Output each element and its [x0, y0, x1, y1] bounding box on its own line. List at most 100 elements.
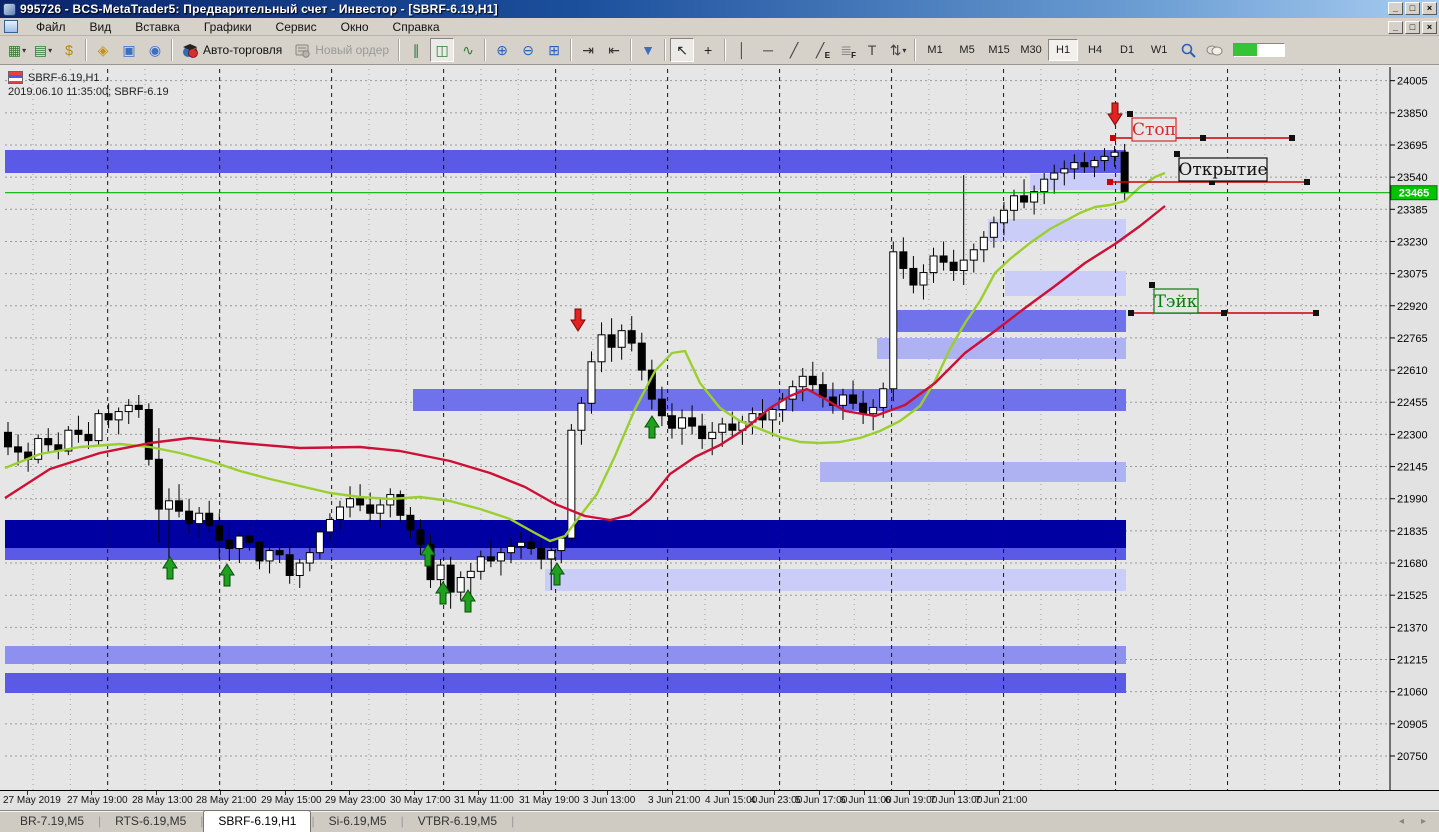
trendline-button[interactable]: ╱: [782, 38, 806, 62]
cursor-button[interactable]: ↖: [670, 38, 695, 62]
arrows-tool-button[interactable]: ⇅ ▾: [886, 38, 910, 62]
candle-body: [366, 504, 375, 514]
new-chart-button[interactable]: ▦ ▾: [5, 38, 29, 62]
take-level-box-anchor[interactable]: [1149, 282, 1155, 288]
supply-demand-zone: [1005, 271, 1126, 296]
restore-button-child[interactable]: □: [1405, 21, 1420, 34]
chart-line-button[interactable]: ∿: [456, 38, 480, 62]
toolbar-chat-button[interactable]: [1202, 38, 1226, 62]
price-tick-label: 21215: [1397, 655, 1428, 667]
candle-body: [215, 525, 224, 541]
take-level-handle[interactable]: [1128, 310, 1134, 316]
menu-справка[interactable]: Справка: [381, 18, 452, 36]
market-watch-button[interactable]: $: [57, 38, 81, 62]
timeframe-d1-button[interactable]: D1: [1112, 39, 1142, 61]
timeframe-m5-button[interactable]: M5: [952, 39, 982, 61]
toolbar-search-button[interactable]: [1176, 38, 1200, 62]
tile-windows-button[interactable]: ⊞: [542, 38, 566, 62]
minimize-button-child[interactable]: _: [1388, 21, 1403, 34]
chart-plot-area[interactable]: СтопОткрытие Тэйк 24005 23850 23695 23540 2338…: [0, 67, 1439, 791]
stop-level-handle[interactable]: [1289, 135, 1295, 141]
timeframe-m15-button[interactable]: M15: [984, 39, 1014, 61]
vertical-line-icon: │: [737, 42, 747, 58]
take-level-handle[interactable]: [1221, 310, 1227, 316]
time-axis[interactable]: 27 May 2019 27 May 19:00 28 May 13:00 28 Ma…: [0, 790, 1439, 810]
auto-trading-button[interactable]: Авто-торговля: [176, 38, 288, 62]
close-button[interactable]: ×: [1422, 2, 1437, 15]
chart-candles-button[interactable]: ◫: [430, 38, 455, 62]
candle-body: [4, 431, 12, 448]
zoom-out-button[interactable]: ⊖: [516, 38, 540, 62]
equidistant-channel-button[interactable]: ╱ E: [808, 38, 832, 62]
open-level-box-anchor[interactable]: [1174, 151, 1180, 157]
history-center-button[interactable]: ◈: [91, 38, 115, 62]
tab-scroll-left-button[interactable]: ◂: [1399, 816, 1404, 827]
timeframe-m30-button[interactable]: M30: [1016, 39, 1046, 61]
fibonacci-button[interactable]: ≣ F: [834, 38, 858, 62]
chart-shift-button[interactable]: ⇤: [602, 38, 626, 62]
horizontal-line-button[interactable]: ─: [756, 38, 780, 62]
market-watch-icon: $: [65, 42, 73, 58]
chart-tab-vtbr-6-19-m5[interactable]: VTBR-6.19,M5: [404, 811, 511, 832]
stop-level-box-anchor[interactable]: [1127, 111, 1133, 117]
timeframe-h1-button[interactable]: H1: [1048, 39, 1079, 61]
auto-scroll-button[interactable]: ⇥: [576, 38, 600, 62]
child-window-icon[interactable]: [4, 20, 18, 33]
price-tick-label: 22765: [1397, 333, 1428, 345]
stop-level-handle[interactable]: [1200, 135, 1206, 141]
restore-button[interactable]: □: [1405, 2, 1420, 15]
timeframe-m1-button[interactable]: M1: [920, 39, 950, 61]
chat-icon: [1206, 45, 1223, 56]
zoom-in-button[interactable]: ⊕: [490, 38, 514, 62]
supply-demand-zone: [820, 462, 1126, 482]
menu-вид[interactable]: Вид: [78, 18, 124, 36]
take-level-handle[interactable]: [1313, 310, 1319, 316]
timeframe-w1-button[interactable]: W1: [1144, 39, 1174, 61]
candle-body: [869, 406, 878, 415]
price-tick-label: 23230: [1397, 236, 1428, 248]
data-window-button[interactable]: ▣: [117, 38, 141, 62]
candle-body: [768, 409, 777, 421]
menu-сервис[interactable]: Сервис: [264, 18, 329, 36]
supply-demand-zone: [988, 219, 1126, 241]
candle-body: [335, 506, 344, 520]
tab-scroll-right-button[interactable]: ▸: [1421, 816, 1426, 827]
vertical-line-button[interactable]: │: [730, 38, 754, 62]
take-level-label: Тэйк: [1155, 292, 1198, 312]
crosshair-button[interactable]: +: [696, 38, 720, 62]
open-level-handle[interactable]: [1304, 179, 1310, 185]
menu-окно[interactable]: Окно: [329, 18, 381, 36]
chart-tab-si-6-19-m5[interactable]: Si-6.19,M5: [315, 811, 401, 832]
timeframe-h4-button[interactable]: H4: [1080, 39, 1110, 61]
save-template-button[interactable]: ▼: [636, 38, 660, 62]
chart-bars-button[interactable]: ∥: [404, 38, 428, 62]
stop-level-handle[interactable]: [1110, 135, 1116, 141]
time-axis-label: 29 May 15:00: [261, 795, 322, 806]
text-tool-button[interactable]: T: [860, 38, 884, 62]
candle-body: [476, 556, 485, 572]
chart-tab-sbrf-6-19-h1[interactable]: SBRF-6.19,H1: [203, 810, 312, 832]
price-tick-label: 22145: [1397, 462, 1428, 474]
tile-windows-icon: ⊞: [548, 41, 560, 58]
candle-body: [979, 236, 988, 251]
history-center-icon: ◈: [97, 41, 109, 58]
chart-tab-rts-6-19-m5[interactable]: RTS-6.19,M5: [101, 811, 200, 832]
menu-файл[interactable]: Файл: [24, 18, 78, 36]
price-tick-label: 21680: [1397, 558, 1428, 570]
candle-body: [547, 550, 556, 560]
menu-вставка[interactable]: Вставка: [123, 18, 192, 36]
data-window-icon: ▣: [122, 41, 136, 58]
price-tick-label: 22455: [1397, 397, 1428, 409]
new-order-button[interactable]: Новый ордер: [288, 38, 395, 62]
minimize-button[interactable]: _: [1388, 2, 1403, 15]
chart-tab-br-7-19-m5[interactable]: BR-7.19,M5: [6, 811, 98, 832]
menu-графики[interactable]: Графики: [192, 18, 264, 36]
profiles-icon: ▤: [33, 41, 48, 58]
signals-button[interactable]: ◉: [143, 38, 167, 62]
candle-body: [185, 510, 194, 525]
dropdown-arrow-icon: ▾: [22, 45, 27, 55]
close-button-child[interactable]: ×: [1422, 21, 1437, 34]
profiles-button[interactable]: ▤ ▾: [31, 38, 55, 62]
open-level-handle[interactable]: [1107, 179, 1113, 185]
candle-body: [416, 529, 425, 545]
